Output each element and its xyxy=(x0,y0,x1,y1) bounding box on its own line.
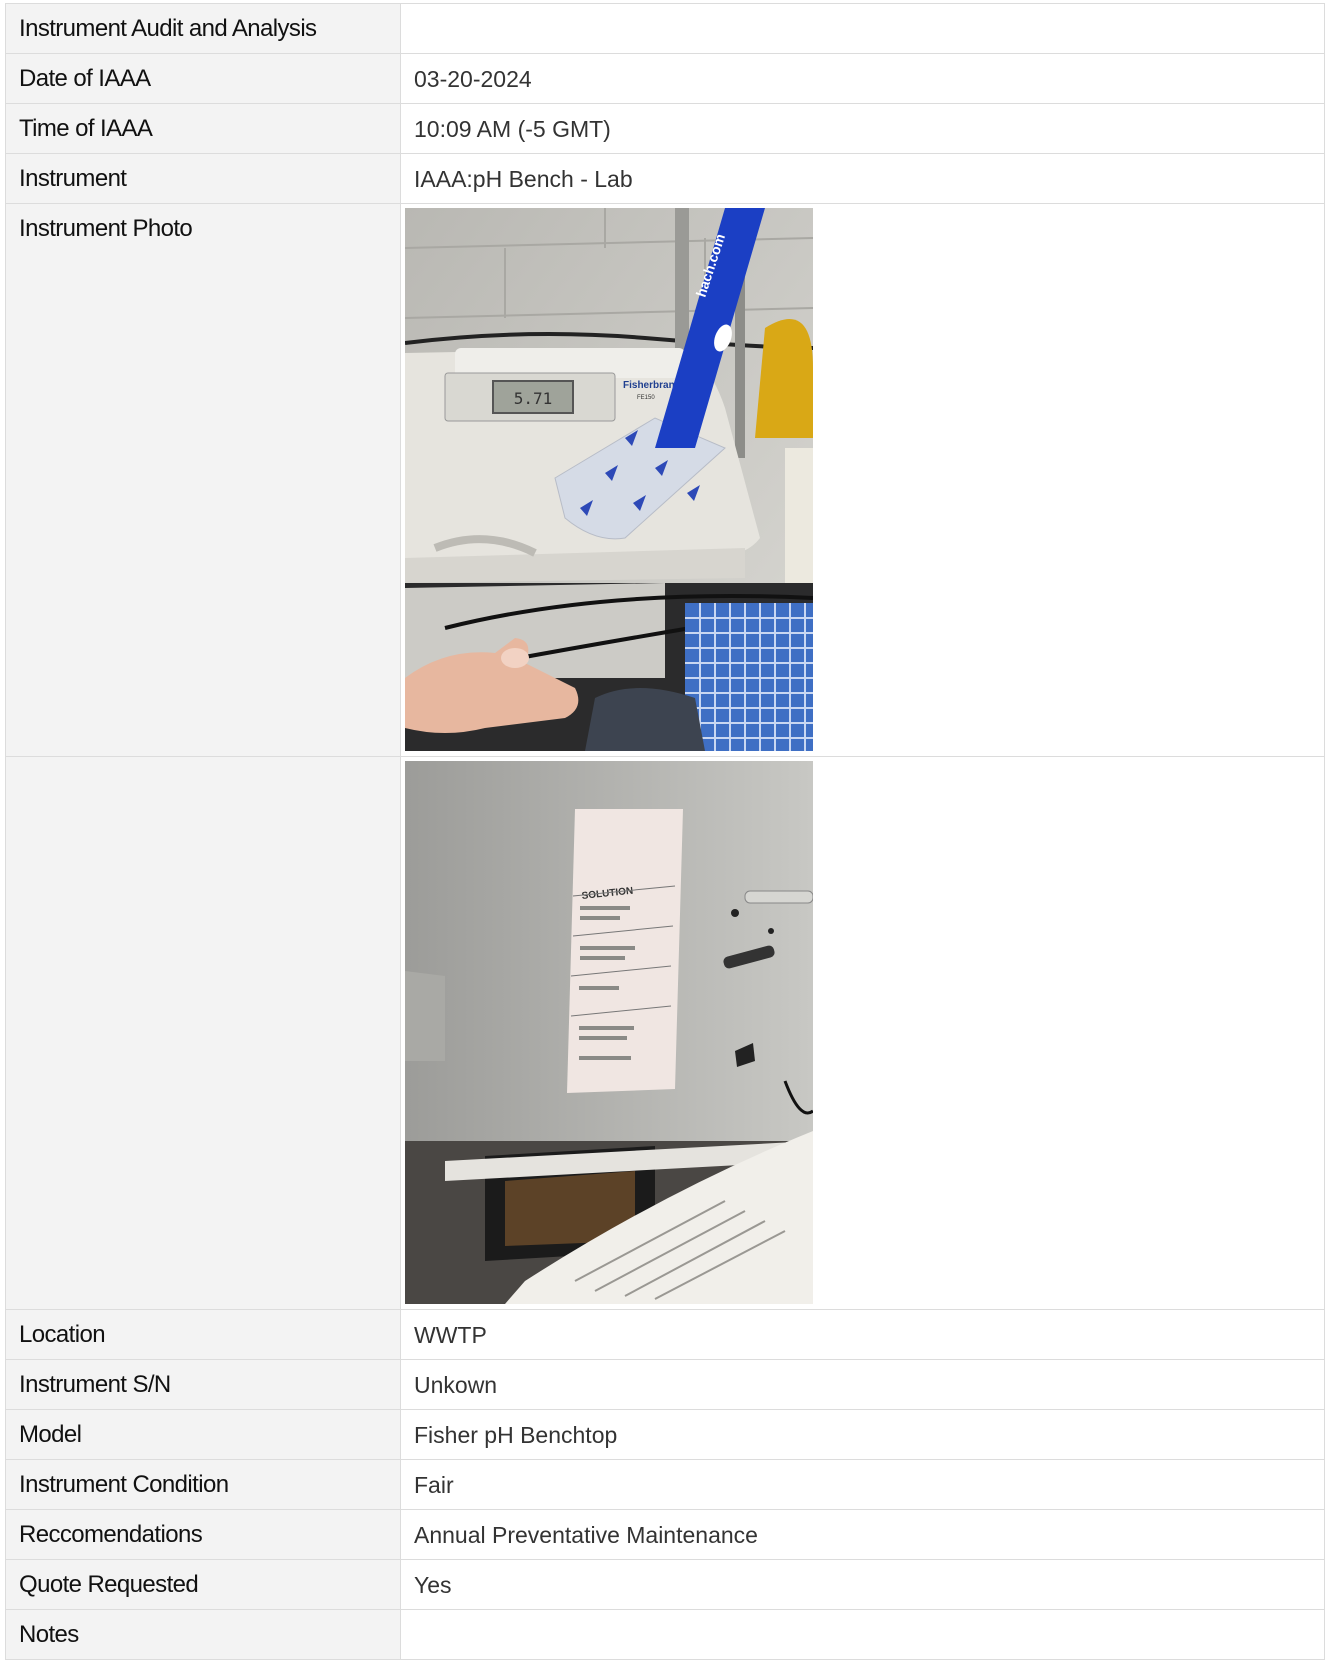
photo-ph-meter-back: SOLUTION xyxy=(405,761,813,1304)
row-model: Model Fisher pH Benchtop xyxy=(5,1409,1325,1460)
row-label: Instrument S/N xyxy=(5,1359,401,1410)
row-label: Location xyxy=(5,1309,401,1360)
instrument-photo-back: SOLUTION xyxy=(405,761,813,1304)
row-notes: Notes xyxy=(5,1609,1325,1660)
row-value xyxy=(400,1609,1325,1660)
photo-ph-meter: 5.71 Fisherbrand FE150 hach.com xyxy=(405,208,813,751)
row-label: Date of IAAA xyxy=(5,53,401,104)
row-title: Instrument Audit and Analysis xyxy=(5,3,1325,54)
row-label: Instrument xyxy=(5,153,401,204)
row-value: Fisher pH Benchtop xyxy=(400,1409,1325,1460)
row-label: Reccomendations xyxy=(5,1509,401,1560)
audit-report-table: Instrument Audit and Analysis Date of IA… xyxy=(5,3,1325,1660)
row-value: IAAA:pH Bench - Lab xyxy=(400,153,1325,204)
row-value xyxy=(400,3,1325,54)
instrument-photo-front: 5.71 Fisherbrand FE150 hach.com xyxy=(405,208,813,751)
row-instrument-photo: Instrument Photo 5.71 Fisherbrand FE150 … xyxy=(5,203,1325,757)
row-value: Annual Preventative Maintenance xyxy=(400,1509,1325,1560)
row-quote-requested: Quote Requested Yes xyxy=(5,1559,1325,1610)
row-value: Fair xyxy=(400,1459,1325,1510)
row-value: Yes xyxy=(400,1559,1325,1610)
row-label: Time of IAAA xyxy=(5,103,401,154)
meter-model-label: FE150 xyxy=(637,395,655,401)
row-label: Instrument Photo xyxy=(5,203,401,757)
row-instrument: Instrument IAAA:pH Bench - Lab xyxy=(5,153,1325,204)
row-label: Notes xyxy=(5,1609,401,1660)
row-instrument-photo-2: SOLUTION xyxy=(5,756,1325,1310)
row-value: 10:09 AM (-5 GMT) xyxy=(400,103,1325,154)
row-recommendations: Reccomendations Annual Preventative Main… xyxy=(5,1509,1325,1560)
row-label: Instrument Audit and Analysis xyxy=(5,3,401,54)
row-label xyxy=(5,756,401,1310)
row-serial-number: Instrument S/N Unkown xyxy=(5,1359,1325,1410)
row-value: 03-20-2024 xyxy=(400,53,1325,104)
row-value: Unkown xyxy=(400,1359,1325,1410)
row-label: Instrument Condition xyxy=(5,1459,401,1510)
row-value: WWTP xyxy=(400,1309,1325,1360)
row-label: Model xyxy=(5,1409,401,1460)
row-value: 5.71 Fisherbrand FE150 hach.com xyxy=(400,203,1325,757)
row-value: SOLUTION xyxy=(400,756,1325,1310)
row-time: Time of IAAA 10:09 AM (-5 GMT) xyxy=(5,103,1325,154)
row-label: Quote Requested xyxy=(5,1559,401,1610)
row-date: Date of IAAA 03-20-2024 xyxy=(5,53,1325,104)
row-condition: Instrument Condition Fair xyxy=(5,1459,1325,1510)
row-location: Location WWTP xyxy=(5,1309,1325,1360)
meter-display-reading: 5.71 xyxy=(514,389,553,408)
